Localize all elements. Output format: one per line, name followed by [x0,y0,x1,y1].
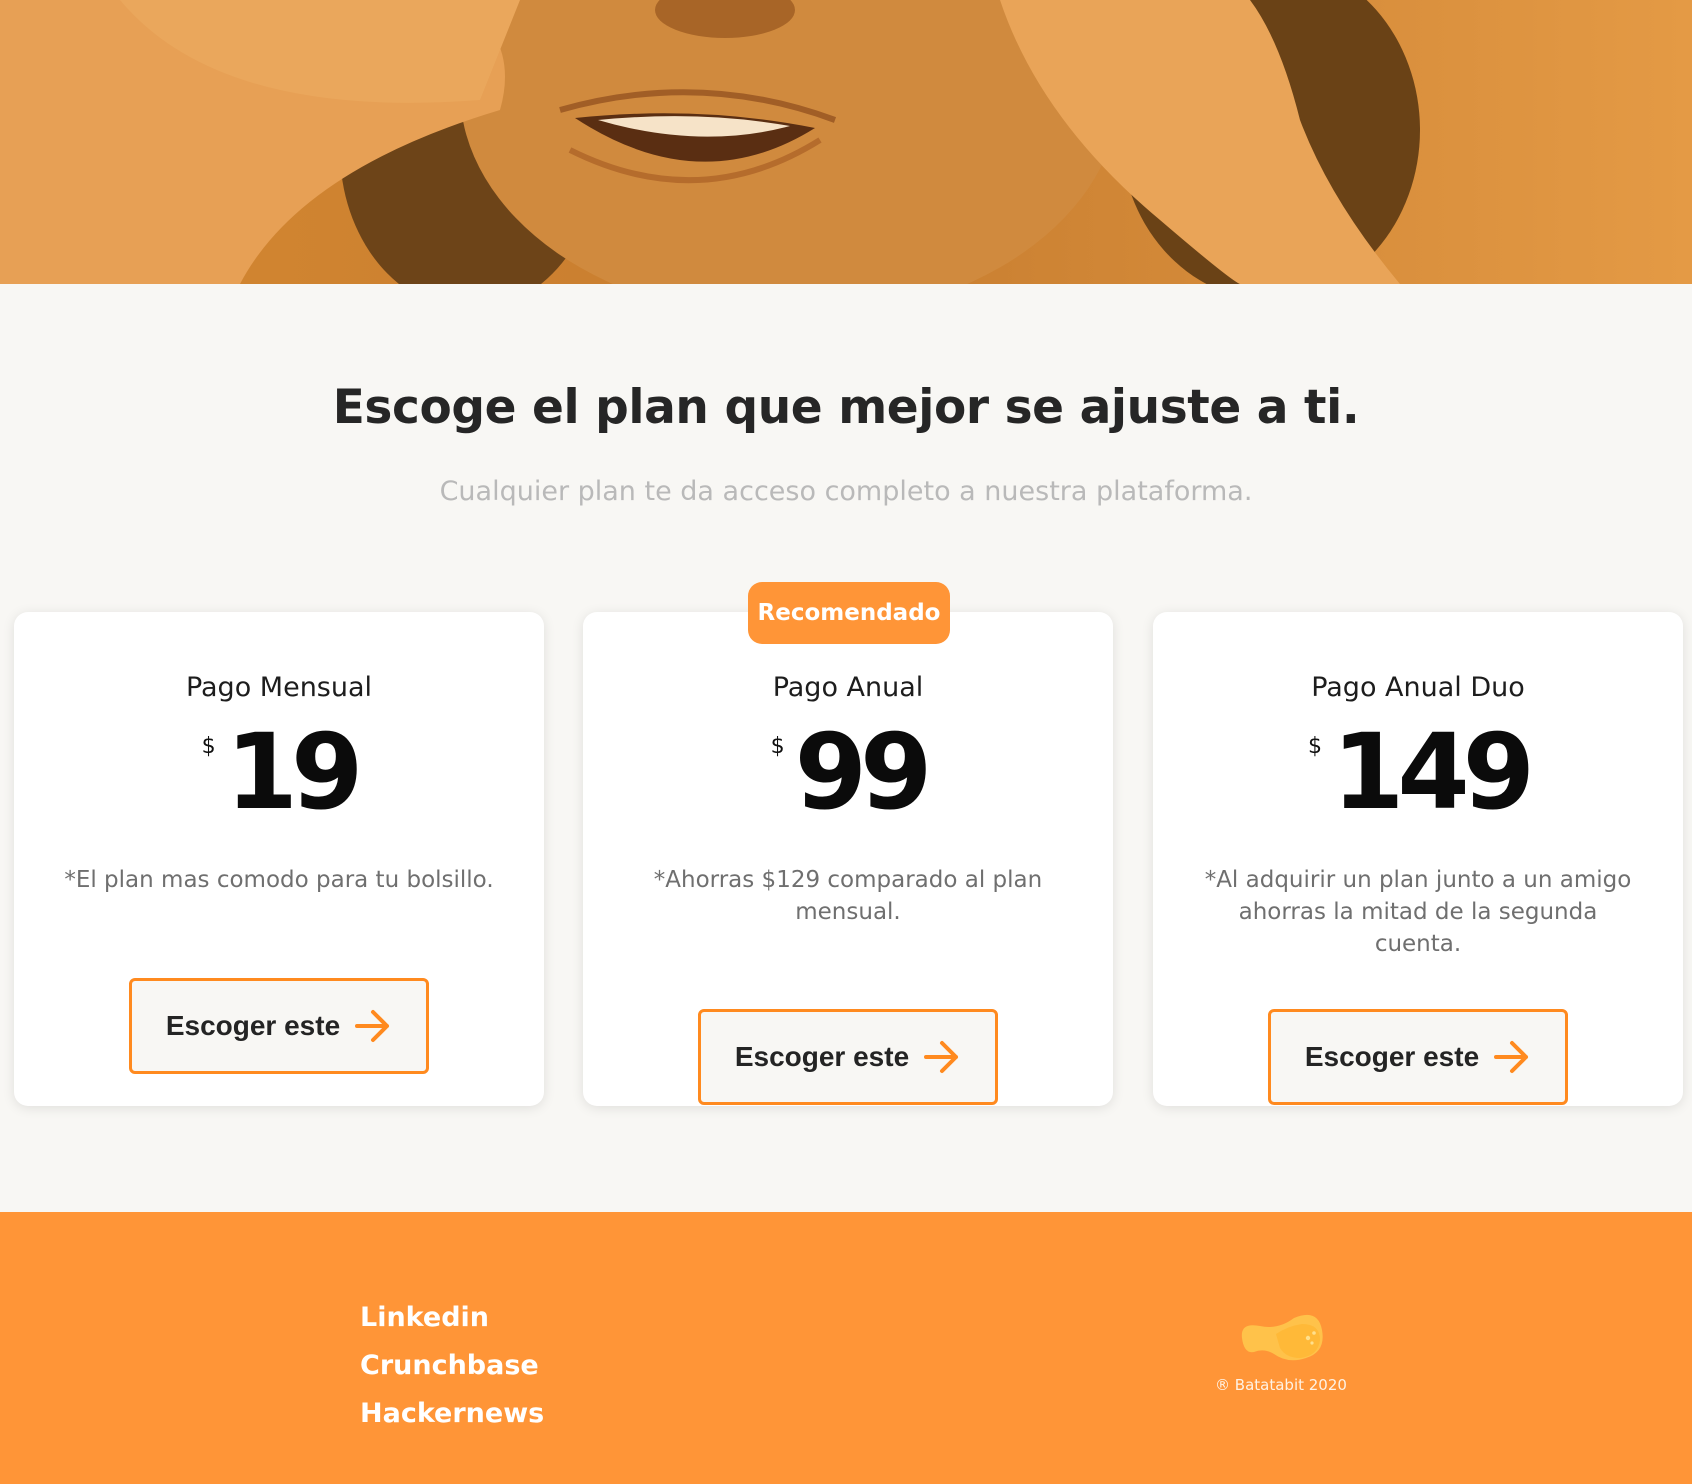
currency-symbol: $ [201,734,216,759]
plan-description: *Ahorras $129 comparado al plan mensual. [653,867,1043,925]
footer: Linkedin Crunchbase Hackernews ® Batatab… [0,1212,1692,1484]
plan-name: Pago Anual Duo [1311,672,1525,703]
pricing-section: Escoge el plan que mejor se ajuste a ti.… [0,284,1692,1212]
footer-brand: ® Batatabit 2020 [1206,1308,1356,1394]
footer-link-hackernews[interactable]: Hackernews [360,1390,544,1438]
plan-card-monthly: Pago Mensual $ 19 *El plan mas comodo pa… [14,612,544,1106]
currency-symbol: $ [770,734,785,759]
footer-link-crunchbase[interactable]: Crunchbase [360,1342,544,1390]
footer-link-linkedin[interactable]: Linkedin [360,1294,544,1342]
plan-price: $ 99 [583,720,1113,824]
button-label: Escoger este [1304,1041,1480,1072]
copyright-text: ® Batatabit 2020 [1215,1376,1347,1394]
choose-plan-button[interactable]: Escoger este [129,978,429,1074]
pricing-title: Escoge el plan que mejor se ajuste a ti. [332,380,1360,435]
arrow-right-icon [355,1010,390,1042]
arrow-right-icon [924,1041,959,1073]
footer-links: Linkedin Crunchbase Hackernews [360,1294,544,1438]
arrow-right-icon [1494,1041,1529,1073]
plan-price: $ 149 [1153,720,1683,824]
button-label: Escoger este [734,1041,910,1072]
plan-name: Pago Mensual [185,672,373,703]
plan-name: Pago Anual [772,672,924,703]
plan-description: *El plan mas comodo para tu bolsillo. [64,867,494,893]
plan-card-annual-duo: Pago Anual Duo $ 149 *Al adquirir un pla… [1153,612,1683,1106]
pricing-subtitle: Cualquier plan te da acceso completo a n… [439,476,1253,507]
choose-plan-button[interactable]: Escoger este [698,1009,998,1105]
plan-price: $ 19 [14,720,544,824]
button-label: Escoger este [165,1010,341,1041]
recommended-badge: Recomendado [748,582,950,644]
batatabit-logo-icon [1241,1314,1323,1361]
smiling-person-photo [0,0,1692,284]
price-amount: 149 [1331,711,1535,833]
currency-symbol: $ [1307,734,1322,759]
price-amount: 99 [794,711,933,833]
plan-description: *Al adquirir un plan junto a un amigo ah… [1204,867,1632,957]
price-amount: 19 [225,711,364,833]
choose-plan-button[interactable]: Escoger este [1268,1009,1568,1105]
plan-card-annual: Pago Anual $ 99 *Ahorras $129 comparado … [583,612,1113,1106]
hero-image [0,0,1692,284]
